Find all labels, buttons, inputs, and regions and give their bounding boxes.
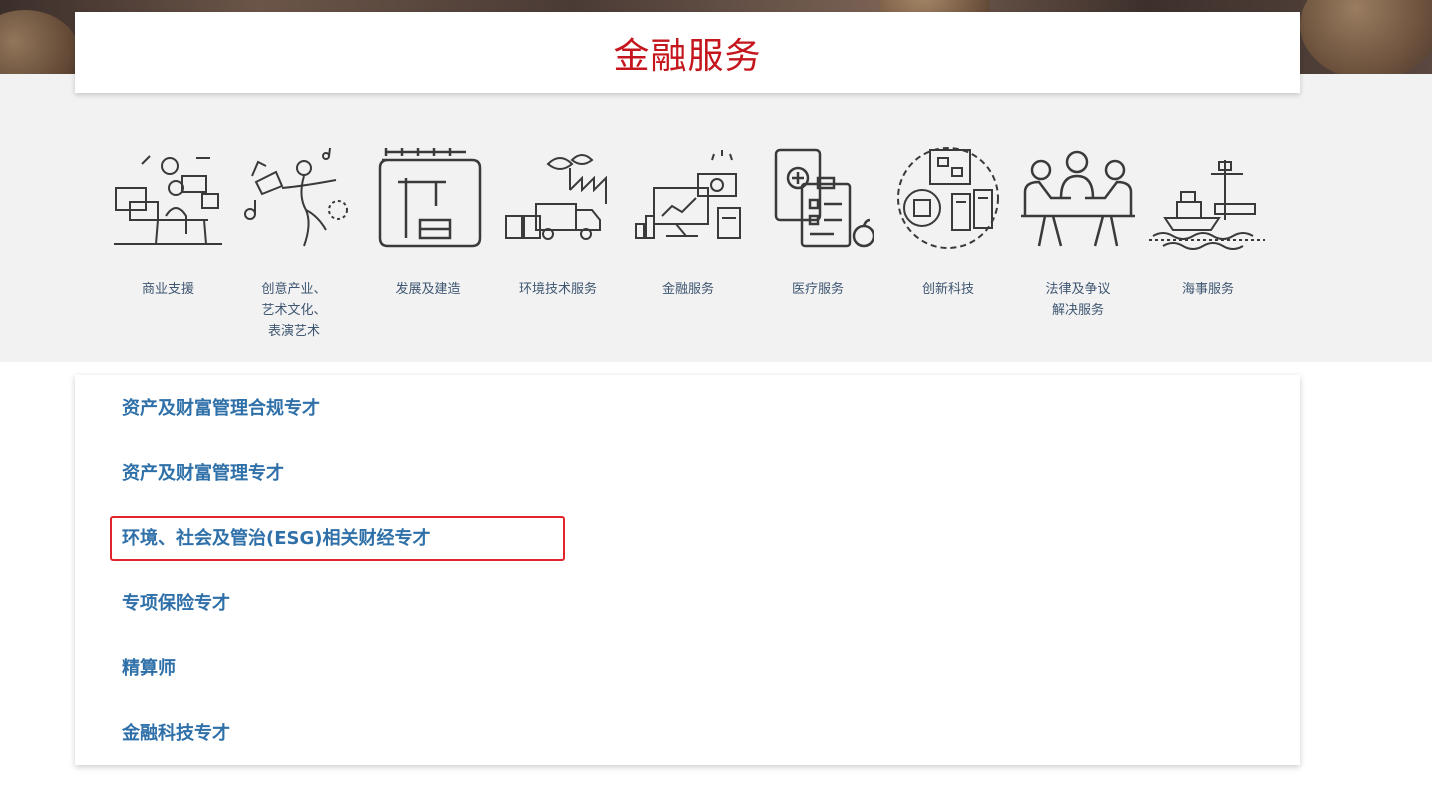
construction-icon xyxy=(378,148,482,248)
talent-link[interactable]: 专项保险专才 xyxy=(122,589,230,615)
medical-icon xyxy=(774,148,874,248)
sector-construction[interactable]: 发展及建造 xyxy=(363,146,493,300)
sector-finance[interactable]: 金融服务 xyxy=(623,146,753,300)
sector-label: 发展及建造 xyxy=(395,282,461,297)
maritime-icon xyxy=(1149,160,1265,250)
environment-icon xyxy=(505,154,607,240)
page-title: 金融服务 xyxy=(613,35,762,77)
talent-link[interactable]: 资产及财富管理专才 xyxy=(122,459,284,485)
sector-innotech[interactable]: 创新科技 xyxy=(883,146,1013,300)
sector-label: 环境技术服务 xyxy=(518,282,597,297)
creative-arts-icon xyxy=(244,147,348,247)
talent-link-highlighted[interactable]: 环境、社会及管治(ESG)相关财经专才 xyxy=(122,524,431,550)
sector-label: 海事服务 xyxy=(1181,282,1234,297)
sector-business-support[interactable]: 商业支援 xyxy=(103,146,233,300)
innotech-icon xyxy=(897,147,999,249)
talent-link[interactable]: 精算师 xyxy=(122,654,176,680)
sector-label: 金融服务 xyxy=(661,282,714,297)
sector-icon-row: 商业支援 创意产业、 艺术文化、 表演艺术 发展及建造 环境技术服务 金融服务 … xyxy=(103,146,1273,346)
sector-creative-arts[interactable]: 创意产业、 艺术文化、 表演艺术 xyxy=(229,146,359,342)
talent-link[interactable]: 资产及财富管理合规专才 xyxy=(122,394,320,420)
talent-list-card: 资产及财富管理合规专才 资产及财富管理专才 环境、社会及管治(ESG)相关财经专… xyxy=(75,375,1300,765)
sector-environment[interactable]: 环境技术服务 xyxy=(493,146,623,300)
sector-maritime[interactable]: 海事服务 xyxy=(1143,146,1273,300)
finance-icon xyxy=(635,150,741,239)
legal-icon xyxy=(1021,150,1135,247)
sector-label: 医疗服务 xyxy=(791,282,844,297)
talent-link[interactable]: 金融科技专才 xyxy=(122,719,230,745)
sector-label: 创意产业、 艺术文化、 表演艺术 xyxy=(261,282,327,339)
sector-label: 商业支援 xyxy=(141,282,194,297)
sector-label: 法律及争议 解决服务 xyxy=(1045,282,1111,318)
sector-medical[interactable]: 医疗服务 xyxy=(753,146,883,300)
sector-legal[interactable]: 法律及争议 解决服务 xyxy=(1013,146,1143,321)
sector-label: 创新科技 xyxy=(921,282,974,297)
business-support-icon xyxy=(114,155,222,245)
title-card: 金融服务 xyxy=(75,12,1300,93)
